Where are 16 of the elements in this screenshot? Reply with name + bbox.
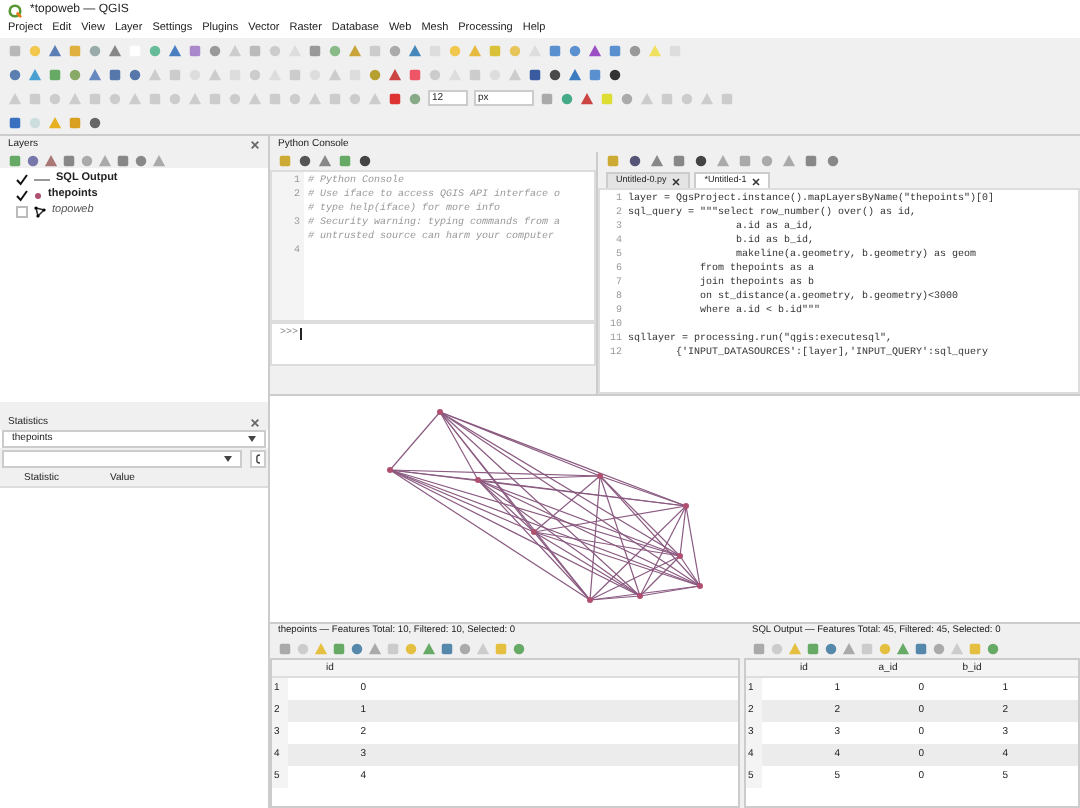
field-dropdown[interactable] xyxy=(2,450,242,468)
caret-icon xyxy=(224,456,232,462)
app-logo-icon xyxy=(8,3,22,17)
expression-button[interactable] xyxy=(250,450,266,468)
close-icon[interactable] xyxy=(752,177,761,185)
point-symbol-icon xyxy=(34,192,42,200)
code-editor[interactable] xyxy=(598,188,1080,394)
network-icon xyxy=(34,206,46,218)
caret-icon xyxy=(248,436,256,442)
layer-checkbox[interactable] xyxy=(16,190,28,202)
map-canvas[interactable] xyxy=(270,394,1080,622)
brace-icon xyxy=(254,454,262,464)
close-icon[interactable] xyxy=(672,177,681,185)
layer-checkbox[interactable] xyxy=(16,174,28,186)
line-symbol-icon xyxy=(34,176,50,184)
layer-checkbox[interactable] xyxy=(16,206,28,218)
